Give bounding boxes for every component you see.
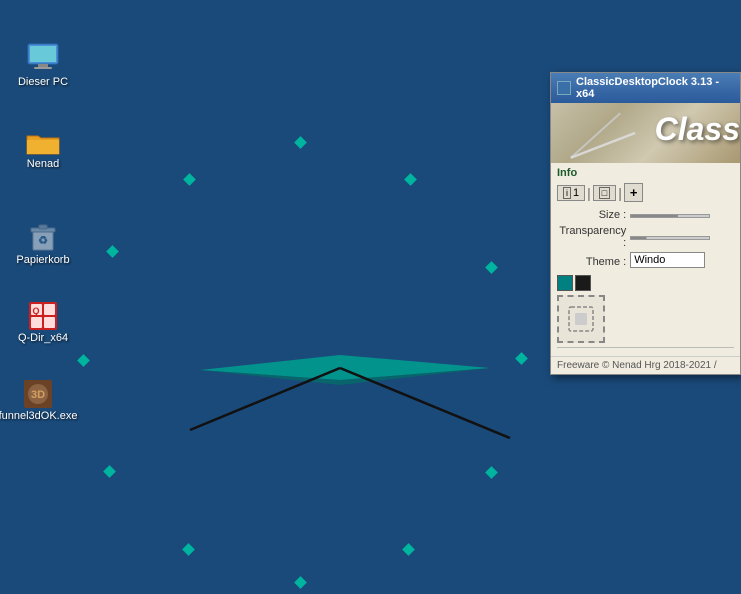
tab-divider: |	[587, 185, 591, 201]
color-swatches	[557, 275, 734, 291]
diamond-decoration	[404, 173, 417, 186]
recycle-bin-icon: ♻	[27, 218, 59, 254]
tab1-icon: i	[563, 187, 571, 199]
computer-icon	[25, 40, 61, 76]
theme-label: Theme :	[557, 256, 630, 268]
clock-visualization	[140, 290, 520, 470]
footer-text: Freeware © Nenad Hrg 2018-2021 /	[551, 356, 740, 374]
diamond-decoration	[182, 543, 195, 556]
diamond-decoration	[294, 136, 307, 149]
size-label: Size :	[557, 209, 630, 221]
theme-field-row: Theme : Windo	[557, 252, 734, 271]
diamond-decoration	[103, 465, 116, 478]
app-title-icon	[557, 81, 571, 95]
tab2-icon: □	[599, 187, 610, 199]
theme-dropdown-container: Windo	[630, 252, 734, 271]
svg-text:Q: Q	[32, 306, 39, 316]
folder-icon	[25, 128, 61, 158]
desktop-icon-label: Q-Dir_x64	[18, 332, 68, 345]
diamond-decoration	[485, 261, 498, 274]
info-label: Info	[557, 167, 734, 179]
diamond-decoration	[77, 354, 90, 367]
desktop-icon-papierkorb[interactable]: ♻ Papierkorb	[8, 218, 78, 267]
transparency-field-row: Transparency :	[557, 225, 734, 249]
tab1-label: 1	[573, 187, 579, 199]
diamond-decoration	[183, 173, 196, 186]
tab-2-button[interactable]: □	[593, 185, 616, 201]
size-slider[interactable]	[630, 208, 734, 222]
desktop-icon-label: Papierkorb	[16, 254, 69, 267]
tab-add-button[interactable]: +	[624, 183, 644, 202]
tab-1-button[interactable]: i 1	[557, 185, 585, 201]
transparency-slider-track[interactable]	[630, 236, 710, 240]
transparency-label: Transparency :	[557, 225, 630, 249]
app-titlebar: ClassicDesktopClock 3.13 - x64	[551, 73, 740, 103]
diamond-decoration	[106, 245, 119, 258]
transparency-slider[interactable]	[630, 230, 734, 244]
svg-text:♻: ♻	[38, 235, 48, 247]
app-header-image: Class	[551, 103, 740, 163]
theme-dropdown[interactable]: Windo	[630, 252, 705, 268]
svg-text:3D: 3D	[31, 389, 45, 401]
desktop-icon-dieser-pc[interactable]: Dieser PC	[8, 40, 78, 89]
icon-placeholder	[557, 295, 605, 343]
size-field-row: Size :	[557, 208, 734, 222]
desktop-icon-label: funnel3dOK.exe	[0, 410, 77, 423]
funnel-icon: 3D	[22, 378, 54, 410]
color-swatch-teal[interactable]	[557, 275, 573, 291]
app-header-class-text: Class	[655, 111, 740, 148]
app-body: Info i 1 | □ | + Size : Transparency :	[551, 163, 740, 356]
tab-divider2: |	[618, 185, 622, 201]
desktop-icon-label: Dieser PC	[18, 76, 68, 89]
color-swatch-black[interactable]	[575, 275, 591, 291]
diamond-decoration	[294, 576, 307, 589]
tab-bar: i 1 | □ | +	[557, 183, 734, 202]
app-window: ClassicDesktopClock 3.13 - x64 Class Inf…	[550, 72, 741, 375]
desktop-icon-funnel3dok[interactable]: 3D funnel3dOK.exe	[3, 378, 73, 423]
divider	[557, 347, 734, 348]
qdir-icon: Q	[27, 300, 59, 332]
diamond-decoration	[402, 543, 415, 556]
desktop-icon-qdir[interactable]: Q Q-Dir_x64	[8, 300, 78, 345]
desktop-icon-nenad[interactable]: Nenad	[8, 128, 78, 171]
app-title: ClassicDesktopClock 3.13 - x64	[576, 76, 734, 100]
placeholder-icon	[567, 305, 595, 333]
desktop-icon-label: Nenad	[27, 158, 59, 171]
size-slider-track[interactable]	[630, 214, 710, 218]
